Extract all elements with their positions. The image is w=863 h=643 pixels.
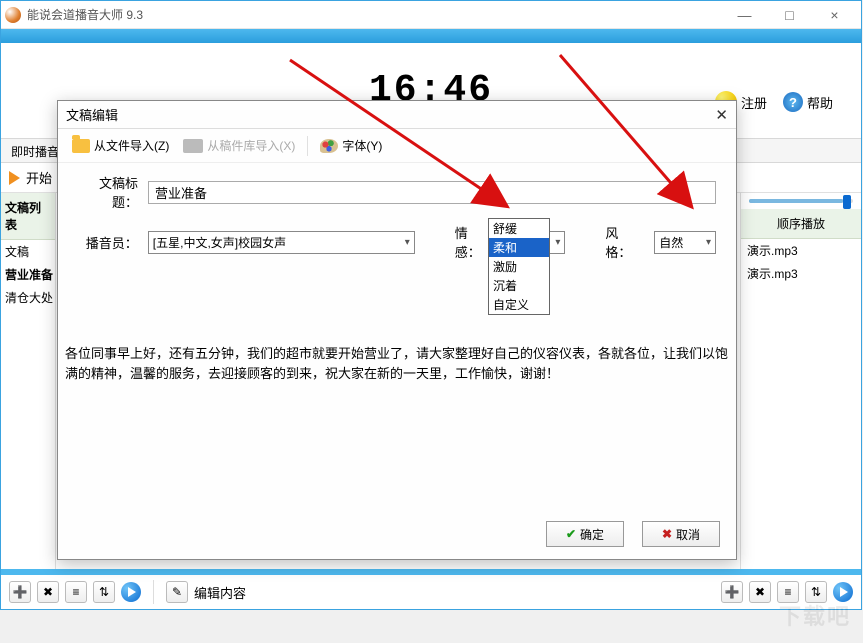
window-title: 能说会道播音大师 9.3 (27, 6, 143, 23)
chevron-down-icon: ▾ (405, 237, 410, 248)
file-item[interactable]: 演示.mp3 (741, 262, 861, 285)
help-label: 帮助 (807, 93, 833, 112)
app-icon (5, 7, 21, 23)
emotion-dropdown[interactable]: 舒缓 柔和 激励 沉着 自定义 (488, 218, 550, 315)
ok-button[interactable]: ✔ 确定 (546, 521, 624, 547)
slider-thumb[interactable] (843, 195, 851, 209)
help-icon: ? (783, 92, 803, 112)
remove-icon-2[interactable]: ✖ (749, 581, 771, 603)
palette-icon (320, 139, 338, 153)
cancel-button[interactable]: ✖ 取消 (642, 521, 720, 547)
chevron-down-icon: ▾ (555, 237, 560, 248)
doc-title-label: 文稿标题： (78, 173, 138, 211)
edit-dialog: 文稿编辑 ✕ 从文件导入(Z) 从稿件库导入(X) 字体(Y) 文稿标题： 播音… (57, 100, 737, 560)
chevron-down-icon: ▾ (706, 237, 711, 248)
start-label: 开始 (26, 168, 52, 187)
folder-icon (72, 139, 90, 153)
titlebar: 能说会道播音大师 9.3 — □ × (1, 1, 861, 29)
x-icon: ✖ (662, 527, 672, 541)
help-link[interactable]: ? 帮助 (783, 92, 833, 112)
import-file-button[interactable]: 从文件导入(Z) (66, 135, 175, 156)
emotion-option[interactable]: 激励 (489, 257, 549, 276)
list-item[interactable]: 清仓大处 (1, 286, 55, 309)
emotion-option[interactable]: 柔和 (489, 238, 549, 257)
left-heading: 文稿列表 (1, 193, 55, 240)
style-combo[interactable]: 自然 ▾ (654, 231, 716, 254)
edit-content-label: 编辑内容 (194, 583, 246, 602)
library-icon (183, 139, 203, 153)
minimize-button[interactable]: — (722, 1, 767, 29)
announcer-value: [五星,中文,女声]校园女声 (153, 234, 286, 251)
register-label: 注册 (741, 93, 767, 112)
style-label: 风格： (605, 223, 644, 261)
dialog-close-button[interactable]: ✕ (715, 106, 728, 124)
list-icon[interactable]: ≡ (65, 581, 87, 603)
add-icon[interactable]: ➕ (9, 581, 31, 603)
announcer-label: 播音员： (78, 233, 138, 252)
ok-label: 确定 (580, 526, 604, 543)
remove-icon[interactable]: ✖ (37, 581, 59, 603)
cancel-label: 取消 (676, 526, 700, 543)
add-icon-2[interactable]: ➕ (721, 581, 743, 603)
edit-icon[interactable]: ✎ (166, 581, 188, 603)
doc-title-input[interactable] (148, 181, 716, 204)
emotion-option[interactable]: 舒缓 (489, 219, 549, 238)
dialog-body-text: 各位同事早上好，还有五分钟，我们的超市就要开始营业了，请大家整理好自己的仪容仪表… (65, 344, 728, 384)
play-icon[interactable] (9, 171, 20, 185)
play-order-button[interactable]: 顺序播放 (741, 209, 861, 239)
watermark: 下载吧 (779, 599, 851, 631)
close-button[interactable]: × (812, 1, 857, 29)
font-button[interactable]: 字体(Y) (314, 135, 388, 156)
import-file-label: 从文件导入(Z) (94, 137, 169, 154)
style-value: 自然 (659, 234, 683, 251)
dialog-title: 文稿编辑 (66, 105, 118, 124)
list-item[interactable]: 营业准备 (1, 263, 55, 286)
announcer-combo[interactable]: [五星,中文,女声]校园女声 ▾ (148, 231, 415, 254)
import-lib-button[interactable]: 从稿件库导入(X) (177, 135, 301, 156)
file-item[interactable]: 演示.mp3 (741, 239, 861, 262)
play-button[interactable] (121, 582, 141, 602)
emotion-option[interactable]: 沉着 (489, 276, 549, 295)
accent-bar (1, 29, 861, 43)
sort-icon[interactable]: ⇅ (93, 581, 115, 603)
list-item[interactable]: 文稿 (1, 240, 55, 263)
slider[interactable] (741, 193, 861, 209)
emotion-option[interactable]: 自定义 (489, 295, 549, 314)
check-icon: ✔ (566, 527, 576, 541)
import-lib-label: 从稿件库导入(X) (207, 137, 295, 154)
font-label: 字体(Y) (342, 137, 382, 154)
maximize-button[interactable]: □ (767, 1, 812, 29)
